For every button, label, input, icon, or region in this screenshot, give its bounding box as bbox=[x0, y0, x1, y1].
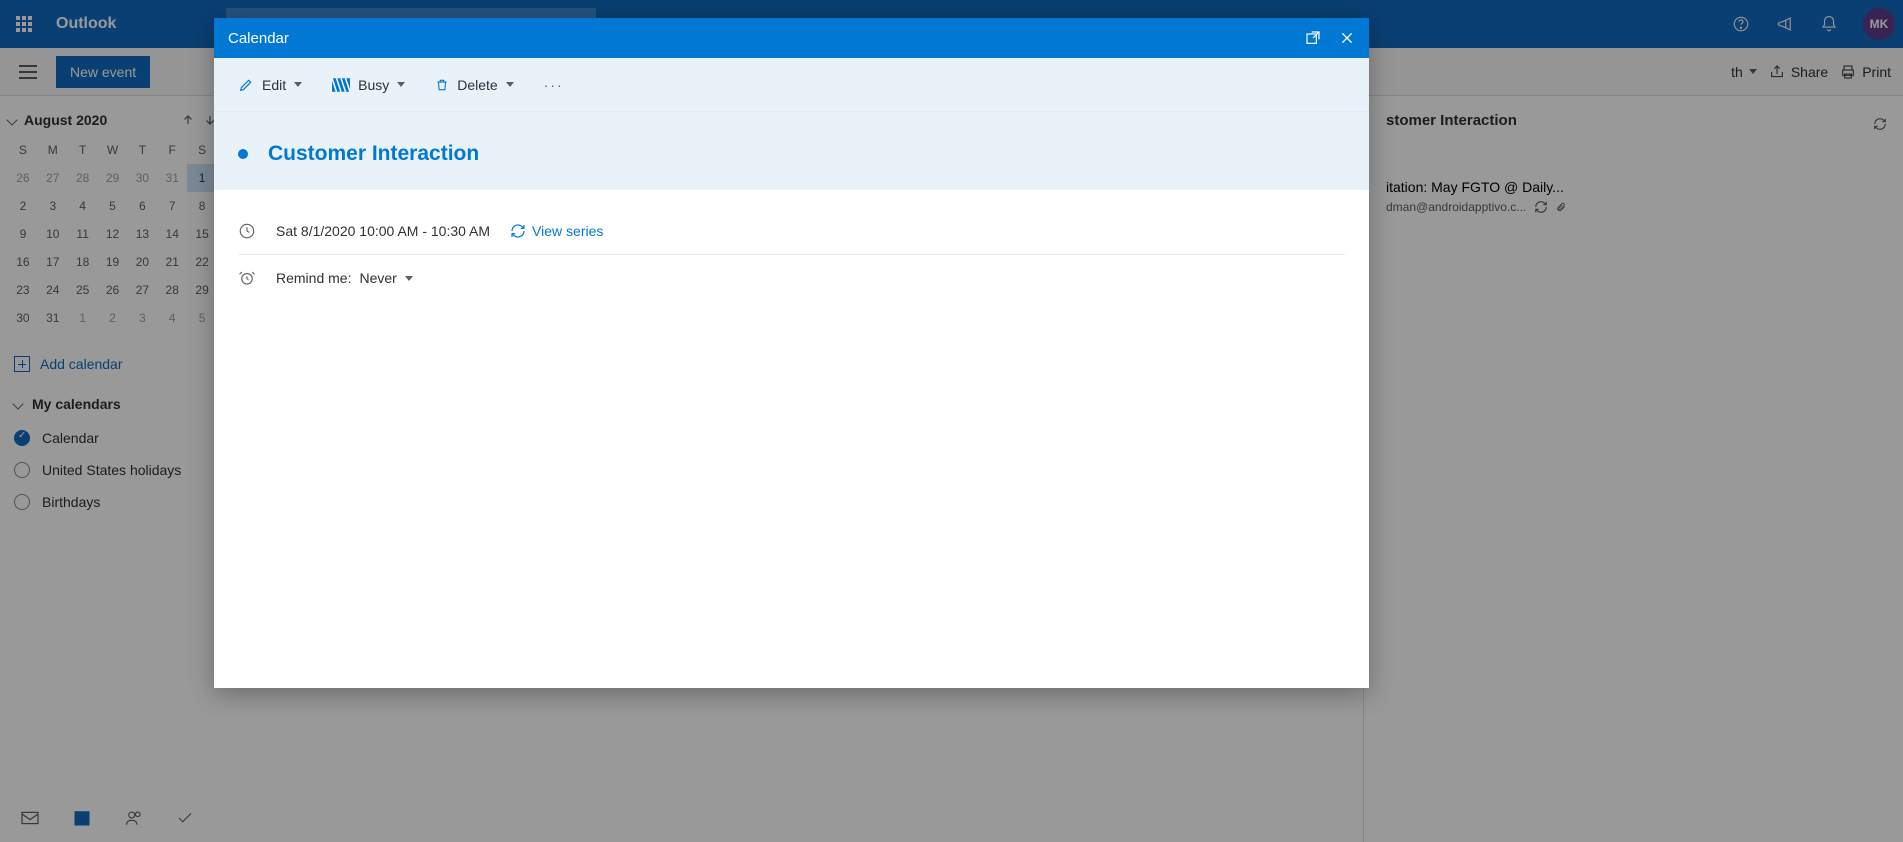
delete-button[interactable]: Delete bbox=[435, 77, 513, 93]
popout-icon[interactable] bbox=[1305, 30, 1321, 46]
modal-title: Calendar bbox=[228, 30, 289, 47]
view-series-link[interactable]: View series bbox=[510, 223, 603, 239]
chevron-down-icon bbox=[294, 82, 302, 87]
chevron-down-icon bbox=[506, 82, 514, 87]
busy-dropdown[interactable]: Busy bbox=[332, 77, 405, 93]
clock-icon bbox=[238, 222, 256, 240]
busy-icon bbox=[332, 78, 350, 92]
more-button[interactable]: ··· bbox=[544, 77, 564, 93]
chevron-down-icon bbox=[405, 276, 413, 281]
refresh-icon bbox=[510, 223, 526, 239]
pencil-icon bbox=[238, 77, 254, 93]
close-icon[interactable] bbox=[1339, 30, 1355, 46]
reminder-dropdown[interactable]: Never bbox=[359, 270, 412, 286]
trash-icon bbox=[435, 77, 449, 93]
event-title-row: Customer Interaction bbox=[214, 112, 1369, 190]
alarm-icon bbox=[238, 269, 256, 287]
event-title: Customer Interaction bbox=[268, 142, 479, 166]
reminder-row: Remind me: Never bbox=[238, 255, 1345, 301]
event-modal: Calendar Edit Busy Delete ··· Customer I… bbox=[214, 18, 1369, 688]
calendar-color-dot bbox=[238, 149, 248, 159]
remind-value: Never bbox=[359, 270, 396, 286]
modal-toolbar: Edit Busy Delete ··· bbox=[214, 58, 1369, 112]
datetime-row: Sat 8/1/2020 10:00 AM - 10:30 AM View se… bbox=[238, 208, 1345, 255]
remind-label: Remind me: bbox=[276, 270, 351, 286]
datetime-text: Sat 8/1/2020 10:00 AM - 10:30 AM bbox=[276, 223, 490, 239]
view-series-label: View series bbox=[532, 223, 603, 239]
modal-header: Calendar bbox=[214, 18, 1369, 58]
busy-label: Busy bbox=[358, 77, 389, 93]
edit-label: Edit bbox=[262, 77, 286, 93]
delete-label: Delete bbox=[457, 77, 497, 93]
chevron-down-icon bbox=[397, 82, 405, 87]
edit-button[interactable]: Edit bbox=[238, 77, 302, 93]
